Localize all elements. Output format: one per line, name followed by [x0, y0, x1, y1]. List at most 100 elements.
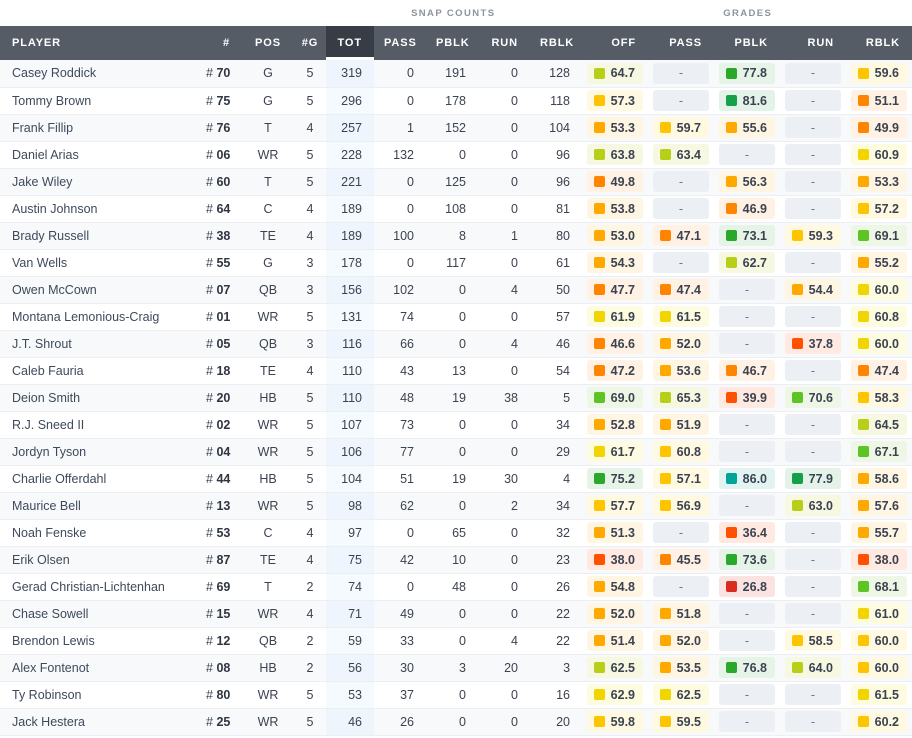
cell-snap_pblk: 0 [426, 708, 478, 736]
table-row[interactable]: Alex Fontenot # 08 HB 2 56 30 3 20 3 62.5 53.5 76.8… [0, 654, 912, 682]
player-name: Brady Russell [0, 222, 196, 250]
grade-color-swatch-icon [659, 392, 671, 403]
table-row[interactable]: Montana Lemonious-Craig # 01 WR 5 131 74 0 0 57 6… [0, 303, 912, 331]
cell-snap_run: 4 [478, 330, 530, 358]
column-header-snap_pblk[interactable]: PBLK [426, 26, 478, 60]
table-row[interactable]: Brendon Lewis # 12 QB 2 59 33 0 4 22 51.4 52.0-58.… [0, 627, 912, 655]
column-header-grade_off[interactable]: OFF [582, 26, 649, 60]
table-row[interactable]: Chase Sowell # 15 WR 4 71 49 0 0 22 52.0 51.8- -61.… [0, 600, 912, 628]
cell-snap_pblk: 0 [426, 303, 478, 331]
grade-color-swatch-icon [659, 500, 671, 511]
table-row[interactable]: Caleb Fauria # 18 TE 4 110 43 13 0 54 47.2 53.6 46.… [0, 357, 912, 385]
player-name: Daniel Arias [0, 141, 196, 169]
table-row[interactable]: Daniel Arias # 06 WR 5 228 132 0 0 96 63.8 63.4- -6… [0, 141, 912, 169]
cell-grade_off: 53.0 [582, 222, 649, 250]
table-row[interactable]: Deion Smith # 20 HB 5 110 48 19 38 5 69.0 65.3 39.9… [0, 384, 912, 412]
grade-value: 26.8 [742, 579, 768, 594]
column-header-player[interactable]: PLAYER [0, 26, 196, 60]
grade-chip: 81.6 [719, 90, 776, 111]
position: HB [242, 654, 294, 682]
cell-grade_rblk: 60.2 [846, 708, 912, 736]
table-row[interactable]: J.T. Shrout # 05 QB 3 116 66 0 4 46 46.6 52.0-37.8… [0, 330, 912, 358]
grade-color-swatch-icon [659, 473, 671, 484]
jersey-number: # 87 [196, 546, 242, 574]
column-header-snap_tot[interactable]: TOT [326, 26, 374, 60]
cell-grade_run: - [780, 519, 847, 547]
column-header-jersey[interactable]: # [196, 26, 242, 60]
position: QB [242, 330, 294, 358]
grade-chip-empty: - [785, 306, 842, 327]
cell-grade_off: 54.8 [582, 573, 649, 601]
table-row[interactable]: R.J. Sneed II # 02 WR 5 107 73 0 0 34 52.8 51.9- -6… [0, 411, 912, 439]
jersey-value: 13 [216, 498, 231, 513]
cell-grade_pblk: - [714, 627, 781, 655]
table-row[interactable]: Gerad Christian-Lichtenhan # 69 T 2 74 0 48 0 26… [0, 573, 912, 601]
cell-snap_pblk: 0 [426, 411, 478, 439]
grade-chip: 86.0 [719, 468, 776, 489]
grade-chip: 26.8 [719, 576, 776, 597]
cell-grade_off: 51.3 [582, 519, 649, 547]
player-name: Jake Wiley [0, 168, 196, 196]
jersey-value: 07 [216, 282, 231, 297]
table-row[interactable]: Jake Wiley # 60 T 5 221 0 125 0 96 49.8-56.3-53.3 [0, 168, 912, 196]
cell-snap_pass: 48 [374, 384, 426, 412]
column-header-pos[interactable]: POS [242, 26, 294, 60]
cell-snap_run: 0 [478, 249, 530, 277]
cell-snap_pblk: 0 [426, 438, 478, 466]
column-header-grade_rblk[interactable]: RBLK [846, 26, 912, 60]
jersey-value: 02 [216, 417, 231, 432]
table-row[interactable]: Brady Russell # 38 TE 4 189 100 8 1 80 53.0 47.1 73… [0, 222, 912, 250]
grade-color-swatch-icon [725, 67, 737, 79]
table-row[interactable]: Frank Fillip # 76 T 4 257 1 152 0 104 53.3 59.7 55.… [0, 114, 912, 142]
table-row[interactable]: Ty Robinson # 80 WR 5 53 37 0 0 16 62.9 62.5- -61.5 [0, 681, 912, 709]
table-row[interactable]: Tommy Brown # 75 G 5 296 0 178 0 118 57.3-81.6-51… [0, 87, 912, 115]
jersey-number: # 02 [196, 411, 242, 439]
jersey-value: 25 [216, 714, 231, 729]
table-row[interactable]: Austin Johnson # 64 C 4 189 0 108 0 81 53.8-46.9-… [0, 195, 912, 223]
cell-grade_pblk: - [714, 438, 781, 466]
grade-chip: 51.8 [653, 603, 710, 624]
cell-grade_off: 49.8 [582, 168, 649, 196]
column-header-grade_pass[interactable]: PASS [648, 26, 715, 60]
grade-color-swatch-icon [659, 311, 671, 322]
grade-value: 59.8 [610, 714, 636, 729]
hash-icon: # [206, 120, 217, 135]
table-row[interactable]: Casey Roddick # 70 G 5 319 0 191 0 128 64.7-77.8-… [0, 60, 912, 88]
column-header-snap_rblk[interactable]: RBLK [530, 26, 583, 60]
column-header-games[interactable]: #G [294, 26, 326, 60]
grade-chip-empty: - [785, 144, 842, 165]
grade-chip: 54.8 [587, 576, 644, 597]
cell-grade_pass: - [648, 573, 715, 601]
grade-value: 51.8 [676, 606, 702, 621]
table-row[interactable]: Maurice Bell # 13 WR 5 98 62 0 2 34 57.7 56.9-63.0… [0, 492, 912, 520]
cell-snap_pblk: 13 [426, 357, 478, 385]
hash-icon: # [206, 174, 217, 189]
grade-color-swatch-icon [659, 662, 671, 673]
table-row[interactable]: Van Wells # 55 G 3 178 0 117 0 61 54.3-62.7-55.2 [0, 249, 912, 277]
grade-value: 65.3 [676, 390, 702, 405]
cell-grade_run: - [780, 573, 847, 601]
cell-grade_rblk: 61.0 [846, 600, 912, 628]
hash-icon: # [206, 93, 217, 108]
table-row[interactable]: Jack Hestera # 25 WR 5 46 26 0 0 20 59.8 59.5- -60.… [0, 708, 912, 736]
cell-snap_pblk: 48 [426, 573, 478, 601]
table-row[interactable]: Jordyn Tyson # 04 WR 5 106 77 0 0 29 61.7 60.8- -67… [0, 438, 912, 466]
grade-chip: 58.3 [851, 387, 908, 408]
column-header-snap_pass[interactable]: PASS [374, 26, 426, 60]
grade-color-swatch-icon [857, 473, 869, 484]
cell-grade_off: 51.4 [582, 627, 649, 655]
position: WR [242, 141, 294, 169]
position: G [242, 249, 294, 277]
table-row[interactable]: Noah Fenske # 53 C 4 97 0 65 0 32 51.3-36.4-55.7 [0, 519, 912, 547]
cell-snap_pass: 66 [374, 330, 426, 358]
grade-color-swatch-icon [857, 67, 869, 79]
cell-snap_tot: 131 [326, 303, 374, 331]
table-row[interactable]: Charlie Offerdahl # 44 HB 5 104 51 19 30 4 75.2 57… [0, 465, 912, 493]
column-header-snap_run[interactable]: RUN [478, 26, 530, 60]
table-row[interactable]: Erik Olsen # 87 TE 4 75 42 10 0 23 38.0 45.5 73.6-3… [0, 546, 912, 574]
position: WR [242, 708, 294, 736]
column-header-grade_run[interactable]: RUN [780, 26, 847, 60]
table-row[interactable]: Owen McCown # 07 QB 3 156 102 0 4 50 47.7 47.4-54.… [0, 276, 912, 304]
cell-snap_run: 0 [478, 357, 530, 385]
column-header-grade_pblk[interactable]: PBLK [714, 26, 781, 60]
